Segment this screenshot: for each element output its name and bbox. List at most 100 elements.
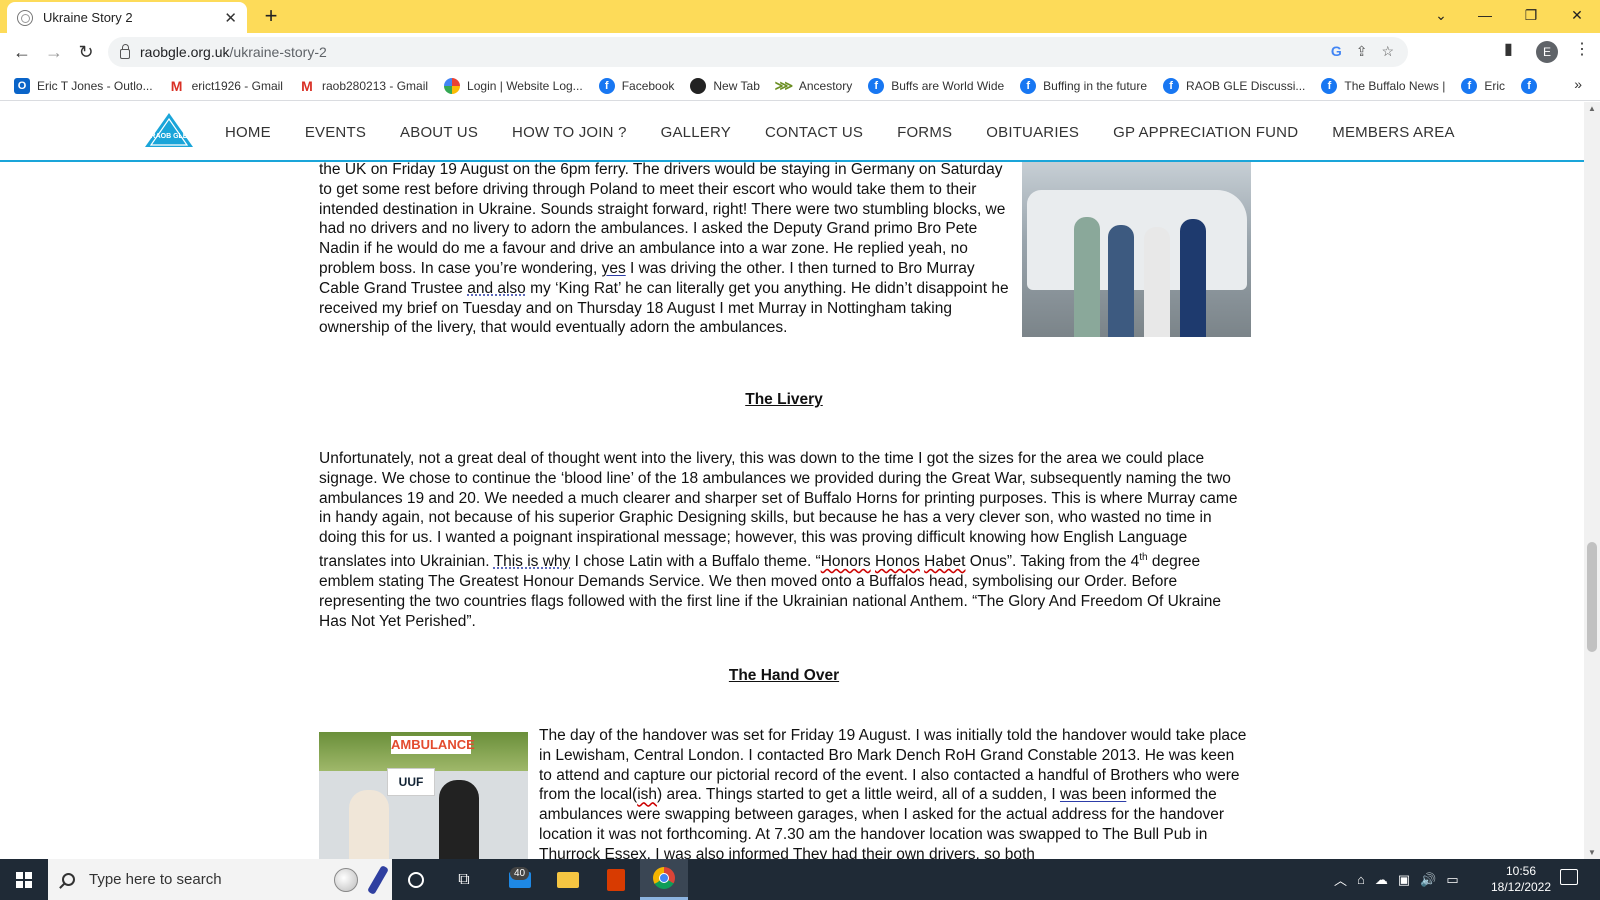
search-placeholder: Type here to search	[89, 871, 222, 888]
google-lens-icon[interactable]: G	[1331, 43, 1342, 60]
bookmark-label: Buffs are World Wide	[891, 78, 1005, 93]
nav-item-how-to-join[interactable]: HOW TO JOIN ?	[512, 124, 627, 141]
search-icon	[62, 873, 75, 886]
windows-icon	[16, 871, 32, 888]
browser-tab[interactable]: Ukraine Story 2 ✕	[7, 2, 247, 33]
search-highlight-icon	[334, 868, 358, 892]
spelling-flag: Habet	[924, 553, 966, 571]
office-icon[interactable]	[592, 859, 640, 900]
text: I chose Latin with a Buffalo theme. “	[570, 553, 821, 571]
login-icon	[444, 77, 461, 94]
forward-icon[interactable]: →	[42, 40, 66, 64]
bookmark-item[interactable]: f Buffs are World Wide	[868, 77, 1005, 94]
scroll-down-icon[interactable]: ▼	[1584, 848, 1600, 857]
facebook-icon[interactable]: f	[1521, 77, 1538, 94]
nav-item-gallery[interactable]: GALLERY	[661, 124, 731, 141]
lock-icon[interactable]	[120, 44, 130, 59]
nav-item-obituaries[interactable]: OBITUARIES	[986, 124, 1079, 141]
bookmark-label: Buffing in the future	[1043, 78, 1148, 93]
text: Onus”. Taking from the 4	[965, 553, 1140, 571]
bookmarks-bar: O Eric T Jones - Outlo... Merict1926 - Gma…	[0, 71, 1600, 101]
grammar-flag: and also	[467, 279, 526, 297]
mail-icon[interactable]: 40	[496, 859, 544, 900]
profile-avatar[interactable]: E	[1536, 41, 1558, 63]
bookmark-star-icon[interactable]: ☆	[1381, 43, 1394, 60]
url-host: raobgle.org.uk	[140, 44, 230, 60]
nav-item-members-area[interactable]: MEMBERS AREA	[1332, 124, 1454, 141]
volume-icon[interactable]: 🔊	[1420, 872, 1436, 888]
scrollbar-thumb[interactable]	[1587, 542, 1597, 652]
side-panel-icon[interactable]: ▮	[1504, 39, 1513, 59]
bookmark-label: The Buffalo News |	[1344, 78, 1446, 93]
nav-item-events[interactable]: EVENTS	[305, 124, 366, 141]
bookmark-item[interactable]: Merict1926 - Gmail	[169, 78, 283, 94]
site-favicon-icon	[17, 9, 33, 26]
bookmark-item[interactable]: f Buffing in the future	[1020, 77, 1148, 94]
menu-kebab-icon[interactable]: ⋮	[1574, 39, 1590, 59]
article-paragraph-3: The day of the handover was set for Frid…	[539, 726, 1251, 859]
page-scrollbar[interactable]: ▲ ▼	[1584, 102, 1600, 859]
task-view-icon[interactable]: ⧉	[440, 859, 488, 900]
facebook-icon: f	[1461, 77, 1478, 94]
grammar-flag: yes	[601, 259, 626, 277]
taskbar-search[interactable]: Type here to search	[48, 859, 392, 900]
taskbar-clock[interactable]: 10:56 18/12/2022	[1476, 863, 1566, 895]
superscript: th	[1139, 551, 1148, 563]
bookmark-item[interactable]: f Eric	[1461, 77, 1505, 94]
network-icon[interactable]: ▣	[1398, 872, 1410, 888]
bookmark-label: RAOB GLE Discussi...	[1186, 78, 1306, 93]
system-tray: ︿ ⌂ ☁ ▣ 🔊 ▭	[1334, 859, 1459, 900]
close-tab-icon[interactable]: ✕	[224, 9, 237, 27]
bookmark-label: erict1926 - Gmail	[191, 78, 283, 93]
restore-icon[interactable]: ❐	[1508, 0, 1554, 30]
address-bar[interactable]: raobgle.org.uk/ukraine-story-2 G ⇪ ☆	[108, 37, 1408, 67]
reload-icon[interactable]: ↻	[74, 40, 98, 64]
share-icon[interactable]: ⇪	[1356, 43, 1368, 60]
bookmark-item[interactable]: f RAOB GLE Discussi...	[1163, 77, 1306, 94]
notifications-icon[interactable]	[1560, 869, 1578, 885]
uuf-logo: UUF	[387, 768, 435, 796]
bookmark-label: Login | Website Log...	[467, 78, 583, 93]
url-path: /ukraine-story-2	[229, 44, 327, 60]
spelling-flag: ish	[637, 786, 658, 804]
heading-hand-over: The Hand Over	[728, 667, 840, 684]
bookmark-label: raob280213 - Gmail	[321, 78, 429, 93]
gmail-icon: M	[301, 77, 313, 94]
start-button[interactable]	[0, 859, 48, 900]
bookmark-item[interactable]: Login | Website Log...	[444, 77, 583, 94]
browser-title-bar: Ukraine Story 2 ✕ + ⌄ — ❐ ✕	[0, 0, 1600, 33]
show-hidden-icons-icon[interactable]: ︿	[1334, 870, 1347, 889]
facebook-icon: f	[1321, 77, 1338, 94]
close-window-icon[interactable]: ✕	[1554, 0, 1600, 30]
raob-logo[interactable]: RAOB GLE	[144, 112, 194, 148]
nav-item-home[interactable]: HOME	[225, 124, 271, 141]
display-icon[interactable]: ▭	[1446, 872, 1458, 888]
clock-time: 10:56	[1505, 864, 1537, 878]
spelling-flag: Honors	[820, 553, 871, 571]
cortana-icon[interactable]	[392, 859, 440, 900]
bookmark-item[interactable]: f The Buffalo News |	[1321, 77, 1446, 94]
nav-item-forms[interactable]: FORMS	[897, 124, 952, 141]
bookmark-item[interactable]: New Tab	[690, 77, 760, 94]
bookmark-item[interactable]: O Eric T Jones - Outlo...	[14, 77, 153, 94]
tab-search-icon[interactable]: ⌄	[1418, 0, 1464, 30]
clock-date: 18/12/2022	[1490, 880, 1552, 894]
bookmark-label: New Tab	[713, 78, 760, 93]
bookmark-item[interactable]: f Facebook	[598, 77, 674, 94]
new-tab-button[interactable]: +	[258, 3, 284, 29]
ambulance-group-photo	[1022, 160, 1251, 337]
meet-now-icon[interactable]: ⌂	[1357, 872, 1365, 887]
scroll-up-icon[interactable]: ▲	[1584, 104, 1600, 113]
nav-item-contact-us[interactable]: CONTACT US	[765, 124, 863, 141]
nav-item-about-us[interactable]: ABOUT US	[400, 124, 478, 141]
nav-item-gp-appreciation-fund[interactable]: GP APPRECIATION FUND	[1113, 124, 1298, 141]
tab-title: Ukraine Story 2	[43, 10, 133, 25]
back-icon[interactable]: ←	[10, 40, 34, 64]
more-bookmarks-icon[interactable]: »	[1574, 76, 1582, 92]
onedrive-cloud-icon[interactable]: ☁	[1375, 872, 1388, 888]
minimize-icon[interactable]: —	[1462, 0, 1508, 30]
file-explorer-icon[interactable]	[544, 859, 592, 900]
bookmark-item[interactable]: ⋙ Ancestory	[775, 78, 853, 94]
chrome-icon[interactable]	[640, 859, 688, 900]
bookmark-item[interactable]: Mraob280213 - Gmail	[299, 78, 428, 94]
